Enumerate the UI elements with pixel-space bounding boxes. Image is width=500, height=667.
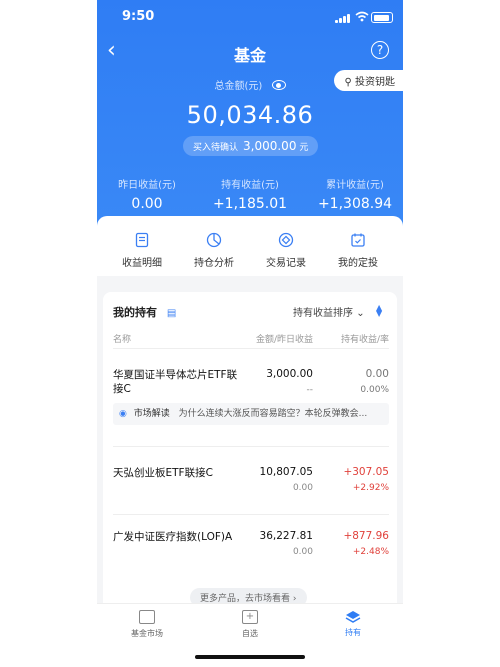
fund-yesterday: 0.00 bbox=[292, 483, 313, 493]
document-icon bbox=[135, 232, 149, 248]
chevron-down-icon: ⌄ bbox=[356, 308, 365, 319]
divider bbox=[113, 348, 389, 349]
help-button[interactable]: ? bbox=[371, 41, 389, 59]
market-insight-banner[interactable]: ◉ 市场解读 为什么连续大涨反而容易踏空？本轮反弹教会... bbox=[113, 403, 389, 425]
robot-icon: ◉ bbox=[119, 409, 127, 419]
sort-order-icon[interactable]: ▲ ▼ bbox=[376, 304, 382, 318]
calendar-icon bbox=[351, 233, 365, 247]
sort-label: 持有收益排序 bbox=[293, 308, 353, 319]
plus-square-icon: + bbox=[242, 610, 258, 624]
quick-position-analysis[interactable]: 持仓分析 bbox=[184, 232, 244, 269]
fund-amount: 10,807.05 bbox=[259, 466, 313, 478]
stat-value: +1,308.94 bbox=[317, 196, 393, 212]
holdings-card: 我的持有 ▤ 持有收益排序 ⌄ ▲ ▼ 名称 金额/昨日收益 持有收益/率 华夏国… bbox=[103, 292, 397, 610]
phone-screen: 9:50 ‹ 基金 ? ⚲ 投资钥匙 总金额(元) 50,034.86 买入待确… bbox=[97, 0, 403, 667]
sort-dropdown[interactable]: 持有收益排序 ⌄ bbox=[293, 304, 365, 319]
fund-profit: +307.05 bbox=[343, 466, 389, 478]
fund-rate: +2.92% bbox=[352, 483, 389, 493]
tab-fund-market[interactable]: 基金市场 bbox=[112, 610, 182, 639]
fund-name: 华夏国证半导体芯片ETF联接C bbox=[113, 369, 238, 395]
quick-actions: 收益明细 持仓分析 交易记录 我的定投 bbox=[97, 216, 403, 276]
fund-rate: 0.00% bbox=[360, 385, 389, 395]
page-title: 基金 bbox=[233, 46, 266, 65]
fund-row[interactable]: 广发中证医疗指数(LOF)A 36,227.81 0.00 +877.96 +2… bbox=[113, 530, 389, 570]
eye-icon[interactable] bbox=[271, 80, 286, 90]
pending-badge[interactable]: 买入待确认 3,000.00 元 bbox=[183, 136, 319, 156]
fund-rate: +2.48% bbox=[352, 547, 389, 557]
tab-watchlist[interactable]: + 自选 bbox=[215, 610, 285, 639]
quick-my-auto-invest[interactable]: 我的定投 bbox=[328, 232, 388, 269]
col-amount: 金额/昨日收益 bbox=[255, 335, 313, 345]
tab-holdings[interactable]: 持有 bbox=[318, 610, 388, 638]
pie-chart-icon bbox=[206, 232, 222, 248]
wifi-icon bbox=[355, 11, 369, 22]
divider bbox=[113, 446, 389, 447]
shop-icon bbox=[139, 610, 155, 624]
stat-label: 持有收益(元) bbox=[221, 180, 279, 191]
quick-income-detail[interactable]: 收益明细 bbox=[112, 232, 172, 269]
tab-label: 自选 bbox=[242, 629, 258, 638]
divider bbox=[113, 514, 389, 515]
fund-profit: 0.00 bbox=[365, 368, 389, 380]
quick-label: 我的定投 bbox=[338, 258, 378, 269]
quick-trade-records[interactable]: 交易记录 bbox=[256, 232, 316, 269]
stat-value: +1,185.01 bbox=[212, 196, 288, 212]
holdings-title-text: 我的持有 bbox=[113, 306, 157, 319]
tab-label: 基金市场 bbox=[131, 629, 163, 638]
fund-profit: +877.96 bbox=[343, 530, 389, 542]
total-label-text: 总金额(元) bbox=[214, 81, 263, 92]
home-indicator bbox=[195, 655, 305, 659]
stat-label: 昨日收益(元) bbox=[118, 180, 176, 191]
fund-name: 广发中证医疗指数(LOF)A bbox=[113, 531, 233, 543]
signal-icon bbox=[335, 13, 351, 23]
col-name: 名称 bbox=[113, 335, 132, 345]
battery-icon bbox=[371, 12, 393, 23]
fund-yesterday: -- bbox=[306, 385, 314, 395]
quick-label: 收益明细 bbox=[122, 258, 162, 269]
status-time: 9:50 bbox=[122, 9, 155, 24]
pending-label: 买入待确认 bbox=[193, 143, 239, 153]
total-amount: 50,034.86 bbox=[186, 101, 314, 129]
tab-bar: 基金市场 + 自选 持有 bbox=[97, 603, 403, 667]
tab-label: 持有 bbox=[345, 628, 361, 637]
col-profit: 持有收益/率 bbox=[340, 335, 389, 345]
layers-icon bbox=[345, 611, 361, 623]
list-icon[interactable]: ▤ bbox=[167, 308, 176, 319]
stat-yesterday[interactable]: 昨日收益(元) 0.00 bbox=[107, 176, 187, 212]
quick-label: 交易记录 bbox=[266, 258, 306, 269]
fund-amount: 36,227.81 bbox=[259, 530, 313, 542]
holdings-title: 我的持有 ▤ bbox=[113, 304, 176, 320]
target-icon bbox=[278, 232, 294, 248]
market-tag: 市场解读 bbox=[133, 409, 170, 419]
pending-unit: 元 bbox=[299, 143, 309, 153]
fund-row[interactable]: 天弘创业板ETF联接C 10,807.05 0.00 +307.05 +2.92… bbox=[113, 466, 389, 506]
nav-bar: ‹ 基金 ? bbox=[97, 34, 403, 70]
fund-amount: 3,000.00 bbox=[266, 368, 313, 380]
stat-cumulative[interactable]: 累计收益(元) +1,308.94 bbox=[313, 176, 397, 212]
total-amount-label: 总金额(元) bbox=[97, 77, 403, 92]
pending-amount: 3,000.00 bbox=[243, 139, 297, 153]
market-text: 为什么连续大涨反而容易踏空？本轮反弹教会... bbox=[178, 409, 368, 419]
stat-holding[interactable]: 持有收益(元) +1,185.01 bbox=[210, 176, 290, 212]
quick-label: 持仓分析 bbox=[194, 258, 234, 269]
stat-label: 累计收益(元) bbox=[326, 180, 384, 191]
fund-name: 天弘创业板ETF联接C bbox=[113, 467, 213, 479]
fund-yesterday: 0.00 bbox=[292, 547, 313, 557]
status-bar: 9:50 bbox=[97, 0, 403, 34]
stat-value: 0.00 bbox=[131, 196, 163, 212]
